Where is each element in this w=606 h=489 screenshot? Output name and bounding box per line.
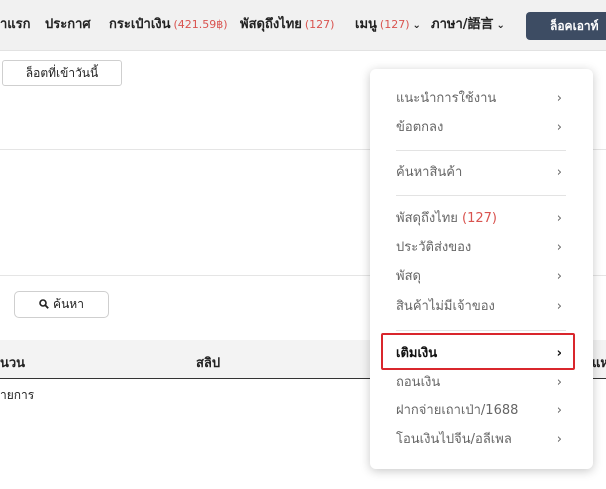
menu-dropdown-panel: แนะนำการใช้งาน › ข้อตกลง › ค้นหาสินค้า › พั… bbox=[370, 69, 593, 469]
menu-item-label: สินค้าไม่มีเจ้าของ bbox=[396, 299, 495, 314]
nav-menu-dropdown[interactable]: เมนู (127) ⌄ bbox=[355, 17, 421, 34]
nav-language-dropdown[interactable]: ภาษา/語言 ⌄ bbox=[431, 17, 505, 34]
wallet-balance: (421.59฿) bbox=[173, 18, 228, 31]
menu-item-parcel[interactable]: พัสดุ › bbox=[396, 266, 562, 288]
chevron-right-icon: › bbox=[556, 165, 562, 180]
chevron-right-icon: › bbox=[556, 269, 562, 284]
menu-label: เมนู bbox=[355, 17, 377, 32]
column-header-amount: นวน bbox=[0, 356, 26, 371]
menu-item-label: ข้อตกลง bbox=[396, 120, 444, 135]
menu-item-transfer-china[interactable]: โอนเงินไปจีน/อลีเพล › bbox=[396, 429, 562, 451]
menu-item-parcel-thailand[interactable]: พัสดุถึงไทย (127) › bbox=[396, 208, 562, 230]
menu-count: (127) bbox=[379, 18, 410, 31]
chevron-right-icon: › bbox=[556, 432, 562, 447]
chevron-right-icon: › bbox=[556, 299, 562, 314]
menu-item-label: โอนเงินไปจีน/อลีเพล bbox=[396, 432, 512, 447]
menu-item-label: ถอนเงิน bbox=[396, 375, 441, 390]
menu-item-taobao-payment[interactable]: ฝากจ่ายเถาเป่า/1688 › bbox=[396, 400, 562, 422]
language-label: ภาษา/語言 bbox=[431, 17, 494, 32]
chevron-right-icon: › bbox=[556, 91, 562, 106]
today-login-button[interactable]: ล็อตที่เข้าวันนี้ bbox=[2, 60, 122, 86]
menu-item-label: ค้นหาสินค้า bbox=[396, 165, 463, 180]
wallet-label: กระเป๋าเงิน bbox=[109, 17, 171, 32]
logout-button[interactable]: ล็อคเอาท์ bbox=[526, 12, 606, 40]
menu-item-search-product[interactable]: ค้นหาสินค้า › bbox=[396, 162, 562, 184]
menu-item-withdraw[interactable]: ถอนเงิน › bbox=[396, 372, 562, 394]
chevron-right-icon: › bbox=[556, 375, 562, 390]
nav-parcel-link[interactable]: พัสดุถึงไทย (127) bbox=[240, 17, 334, 33]
menu-item-terms[interactable]: ข้อตกลง › bbox=[396, 117, 562, 139]
menu-divider bbox=[396, 195, 566, 196]
parcel-count: (127) bbox=[304, 18, 335, 31]
top-up-highlight bbox=[381, 333, 575, 370]
menu-divider bbox=[396, 330, 566, 331]
menu-item-guide[interactable]: แนะนำการใช้งาน › bbox=[396, 88, 562, 110]
top-navbar: ำแรก ประกาศ กระเป๋าเงิน (421.59฿) พัสดุถึ… bbox=[0, 0, 606, 51]
search-button[interactable]: ค้นหา bbox=[14, 291, 109, 318]
menu-item-label: แนะนำการใช้งาน bbox=[396, 91, 497, 106]
chevron-right-icon: › bbox=[556, 240, 562, 255]
nav-announce-link[interactable]: ประกาศ bbox=[45, 17, 91, 33]
chevron-down-icon: ⌄ bbox=[496, 20, 505, 31]
menu-item-label: พัสดุถึงไทย bbox=[396, 211, 458, 226]
menu-item-label: ประวัติส่งของ bbox=[396, 240, 472, 255]
table-row-text: ายการ bbox=[0, 388, 35, 402]
menu-divider bbox=[396, 150, 566, 151]
nav-home-link[interactable]: ำแรก bbox=[0, 17, 31, 33]
chevron-down-icon: ⌄ bbox=[412, 20, 421, 31]
menu-item-unowned-goods[interactable]: สินค้าไม่มีเจ้าของ › bbox=[396, 296, 562, 318]
menu-item-label: พัสดุ bbox=[396, 269, 421, 284]
chevron-right-icon: › bbox=[556, 403, 562, 418]
menu-item-count: (127) bbox=[462, 211, 497, 226]
chevron-right-icon: › bbox=[556, 120, 562, 135]
column-header-slip: สลิป bbox=[196, 356, 221, 371]
nav-wallet-link[interactable]: กระเป๋าเงิน (421.59฿) bbox=[109, 17, 228, 33]
menu-item-label: ฝากจ่ายเถาเป่า/1688 bbox=[396, 403, 519, 418]
search-button-label: ค้นหา bbox=[53, 297, 84, 311]
menu-item-shipping-history[interactable]: ประวัติส่งของ › bbox=[396, 237, 562, 259]
parcel-label: พัสดุถึงไทย bbox=[240, 17, 302, 32]
search-icon bbox=[39, 299, 49, 309]
chevron-right-icon: › bbox=[556, 211, 562, 226]
column-header-more: แห bbox=[592, 356, 606, 371]
